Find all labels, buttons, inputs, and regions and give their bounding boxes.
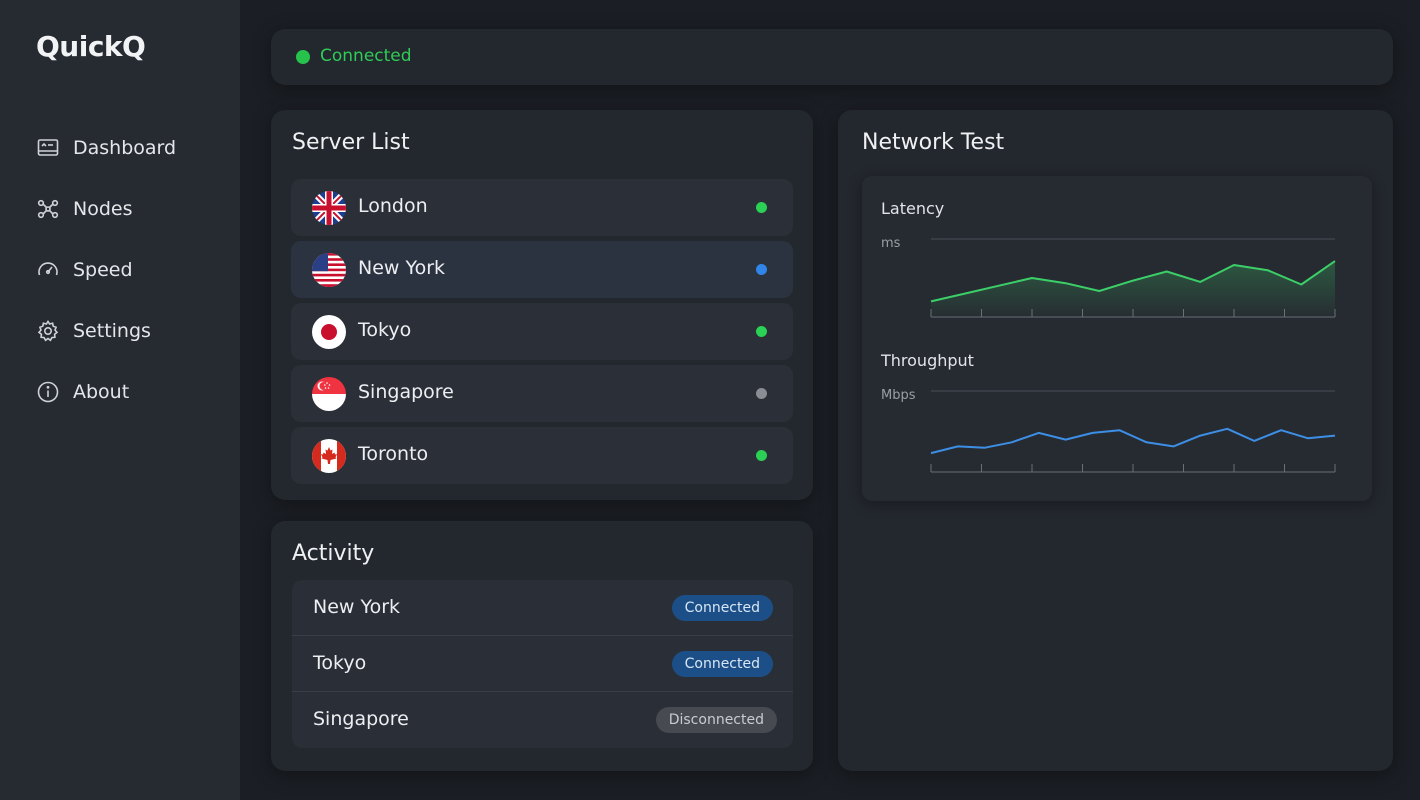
activity-server-name: New York [313, 596, 401, 618]
dashboard-icon [37, 139, 59, 156]
network-charts-panel: Latency ms Throughput Mbps [862, 176, 1372, 501]
activity-row[interactable]: Tokyo Connected [292, 636, 793, 692]
network-test-card: Network Test Latency ms Throughput Mbps [838, 110, 1393, 771]
server-row-tokyo[interactable]: Tokyo [291, 303, 793, 360]
sidebar-item-label: About [73, 381, 130, 403]
activity-server-name: Tokyo [313, 652, 367, 674]
activity-list: New York Connected Tokyo Connected Singa… [292, 580, 793, 748]
server-row-london[interactable]: London [291, 179, 793, 236]
latency-area-fill [931, 261, 1335, 317]
sidebar-nav: Dashboard Nodes Speed Settings About [36, 130, 216, 435]
connection-status-text: Connected [320, 46, 412, 66]
server-row-singapore[interactable]: Singapore [291, 365, 793, 422]
server-status-dot [756, 326, 767, 337]
sidebar-item-settings[interactable]: Settings [36, 313, 216, 349]
sidebar-item-about[interactable]: About [36, 374, 216, 410]
us-flag-icon [312, 253, 346, 287]
singapore-flag-icon [312, 377, 346, 411]
activity-row[interactable]: New York Connected [292, 580, 793, 636]
server-status-dot [756, 450, 767, 461]
server-list-title: Server List [292, 130, 410, 155]
network-charts-svg [930, 238, 1336, 473]
gear-icon [37, 320, 59, 342]
sidebar-item-speed[interactable]: Speed [36, 252, 216, 288]
status-badge: Disconnected [655, 707, 777, 733]
status-badge: Connected [671, 651, 773, 677]
server-name: New York [358, 257, 446, 279]
sidebar-item-label: Dashboard [73, 137, 177, 159]
activity-card: Activity New York Connected Tokyo Connec… [271, 521, 813, 771]
info-icon [37, 381, 59, 403]
server-row-toronto[interactable]: Toronto [291, 427, 793, 484]
speedometer-icon [38, 262, 58, 276]
server-status-dot [756, 388, 767, 399]
status-dot [296, 50, 310, 64]
server-list-card: Server List London New York Tokyo Singap… [271, 110, 813, 500]
app-logo: QuickQ [36, 30, 146, 63]
nodes-icon [37, 199, 59, 219]
sidebar: QuickQ Dashboard Nodes Speed Settings Ab… [0, 0, 240, 800]
throughput-series-line [930, 427, 1336, 455]
canada-flag-icon [312, 439, 346, 473]
activity-title: Activity [292, 541, 375, 566]
server-name: Singapore [358, 381, 454, 403]
uk-flag-icon [312, 191, 346, 225]
activity-server-name: Singapore [313, 708, 409, 730]
sidebar-item-label: Nodes [73, 198, 133, 220]
server-status-dot [756, 264, 767, 275]
server-name: Toronto [358, 443, 429, 465]
server-name: London [358, 195, 428, 217]
server-name: Tokyo [358, 319, 412, 341]
sidebar-item-label: Speed [73, 259, 133, 281]
japan-flag-icon [312, 315, 346, 349]
sidebar-item-nodes[interactable]: Nodes [36, 191, 216, 227]
server-row-new-york[interactable]: New York [291, 241, 793, 298]
sidebar-item-label: Settings [73, 320, 151, 342]
server-status-dot [756, 202, 767, 213]
status-badge: Connected [671, 595, 773, 621]
sidebar-item-dashboard[interactable]: Dashboard [36, 130, 216, 166]
activity-row[interactable]: Singapore Disconnected [292, 692, 793, 748]
connection-status-bar: Connected [271, 29, 1393, 85]
network-test-title: Network Test [862, 130, 1005, 155]
